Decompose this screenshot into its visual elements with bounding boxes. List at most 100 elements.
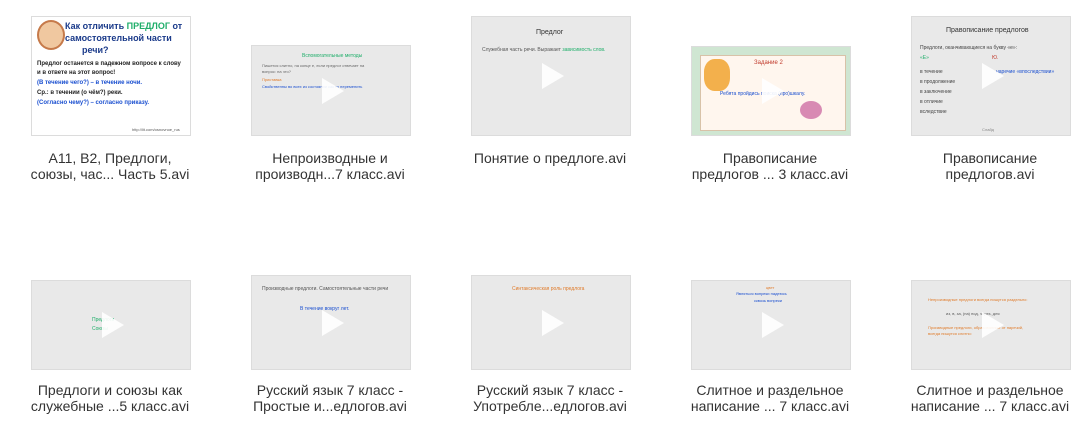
thumb-text: «Е» <box>920 55 929 61</box>
file-tile[interactable]: Вспомогательные методы Пишется слитно, н… <box>230 16 430 186</box>
video-thumbnail[interactable]: Синтаксическая роль предлога <box>471 275 631 370</box>
play-icon <box>542 63 564 89</box>
thumb-title-part: от <box>169 21 183 31</box>
file-tile[interactable]: Задание 2 Ребята пройдись поиска (про)шк… <box>670 16 870 186</box>
file-name[interactable]: Русский язык 7 класс - Употребле...едлог… <box>450 382 650 414</box>
file-tile[interactable]: Правописание предлогов Предлоги, оканчив… <box>890 16 1090 186</box>
thumb-text: в отличие <box>920 99 943 105</box>
thumb-text: Свойственны во всех из состоянии как то … <box>262 84 363 89</box>
play-icon <box>102 312 124 338</box>
file-name-line: Понятие о предлоге.avi <box>473 150 627 166</box>
thumb-text: Служебная часть речи. Выражает <box>482 47 563 53</box>
file-tile[interactable]: Как отличить ПРЕДЛОГ от самостоятельной … <box>10 16 210 186</box>
file-name-line: написание ... 7 класс.avi <box>910 398 1070 414</box>
thumb-text: наречие «впоследствии» <box>996 69 1055 75</box>
thumb-text: цвет <box>766 285 775 290</box>
file-name-line: Русский язык 7 класс - <box>256 382 404 398</box>
thumb-text: в заключение <box>920 89 952 95</box>
thumb-footer: Слайд <box>982 127 995 132</box>
file-name[interactable]: Русский язык 7 класс - Простые и...едлог… <box>230 382 430 414</box>
file-name[interactable]: А11, В2, Предлоги, союзы, час... Часть 5… <box>10 150 210 182</box>
thumb-text: (В течение чего?) – в течение ночи. <box>37 80 143 86</box>
file-tile[interactable]: цвет Являться вопреки надеюсь сквозь воп… <box>670 250 870 420</box>
file-tile[interactable]: Синтаксическая роль предлога Русский язы… <box>450 250 650 420</box>
file-name-line: союзы, час... Часть 5.avi <box>30 166 190 182</box>
thumb-text: Являться вопреки надеюсь <box>736 291 787 296</box>
thumb-text: в течение <box>920 69 943 75</box>
thumb-text: вследствие <box>920 109 947 115</box>
thumb-text: Вспомогательные методы <box>302 53 363 59</box>
flower-icon <box>800 101 822 119</box>
video-thumbnail[interactable]: Вспомогательные методы Пишется слитно, н… <box>251 45 411 136</box>
file-name-line: А11, В2, Предлоги, <box>48 150 172 166</box>
thumb-title: Правописание предлогов <box>946 27 1029 34</box>
thumb-title: Задание 2 <box>754 60 783 66</box>
file-name[interactable]: Слитное и раздельное написание ... 7 кла… <box>890 382 1090 414</box>
play-icon <box>762 312 784 338</box>
file-name-line: Правописание <box>722 150 818 166</box>
thumb-text: Приставка <box>262 77 282 82</box>
video-thumbnail[interactable]: Правописание предлогов Предлоги, оканчив… <box>911 16 1071 136</box>
play-icon <box>982 63 1004 89</box>
file-name[interactable]: Правописание предлогов ... 3 класс.avi <box>670 150 870 182</box>
thumbnail-mascot-icon <box>37 20 65 50</box>
file-name[interactable]: Предлоги и союзы как служебные ...5 клас… <box>10 382 210 414</box>
thumb-text: (Согласно чему?) – согласно приказу. <box>37 100 150 106</box>
file-name-line: Слитное и раздельное <box>696 382 844 398</box>
thumb-text: Пишется слитно, на конце е, если предлог… <box>262 63 365 68</box>
play-icon <box>322 77 344 104</box>
video-thumbnail[interactable]: цвет Являться вопреки надеюсь сквозь воп… <box>691 280 851 370</box>
file-name[interactable]: Правописание предлогов.avi <box>890 150 1090 182</box>
file-name-line: Употребле...едлогов.avi <box>473 398 627 414</box>
video-thumbnail[interactable]: Предлоги Союзы <box>31 280 191 370</box>
video-thumbnail[interactable]: Как отличить ПРЕДЛОГ от самостоятельной … <box>31 16 191 136</box>
thumb-text: и в ответе на этот вопрос! <box>37 70 116 76</box>
file-tile[interactable]: Предлог Служебная часть речи. Выражает з… <box>450 16 650 186</box>
file-name-line: Предлоги и союзы как <box>37 382 183 398</box>
file-name-line: Русский язык 7 класс - <box>476 382 624 398</box>
thumb-title: Производные предлоги. Самостоятельные ча… <box>262 286 389 292</box>
file-name[interactable]: Понятие о предлоге.avi <box>450 150 650 166</box>
thumb-text: всегда пишутся слитно: <box>928 331 972 336</box>
play-icon <box>322 309 344 336</box>
file-name-line: Слитное и раздельное <box>916 382 1064 398</box>
file-name-line: производн...7 класс.avi <box>255 166 405 182</box>
file-name-line: Правописание <box>942 150 1038 166</box>
thumb-text: сквозь вопреки <box>754 298 782 303</box>
thumb-title: Предлог <box>536 29 564 36</box>
play-icon <box>542 309 564 336</box>
file-name-line: написание ... 7 класс.avi <box>690 398 850 414</box>
children-illustration-icon <box>704 59 730 91</box>
video-thumbnail[interactable]: Задание 2 Ребята пройдись поиска (про)шк… <box>691 46 851 136</box>
thumb-text: Производные предлоги, образованные от на… <box>928 325 1024 330</box>
thumb-footer: http://lit.com/osnovnoe_rus <box>132 127 180 132</box>
thumb-highlight: зависимость слов. <box>562 47 606 53</box>
play-icon <box>762 78 784 104</box>
file-tile[interactable]: Производные предлоги. Самостоятельные ча… <box>230 250 430 420</box>
thumb-text: Непроизводные предлоги всегда пишутся ра… <box>928 297 1028 302</box>
thumb-title-line: речи? <box>82 45 109 55</box>
thumb-text: Предлог останется в падежном вопросе к с… <box>37 61 181 67</box>
file-name-line: Простые и...едлогов.avi <box>253 398 407 414</box>
thumb-title: Синтаксическая роль предлога <box>512 286 585 292</box>
play-icon <box>982 312 1004 338</box>
file-name-line: Непроизводные и <box>272 150 388 166</box>
thumb-title-part: Как отличить <box>65 21 127 31</box>
file-name-line: предлогов.avi <box>945 166 1035 182</box>
thumb-text: вопрос: на что? <box>262 69 292 74</box>
video-thumbnail[interactable]: Производные предлоги. Самостоятельные ча… <box>251 275 411 370</box>
thumb-text: Ю. <box>992 55 999 61</box>
file-name[interactable]: Непроизводные и производн...7 класс.avi <box>230 150 430 182</box>
file-tile[interactable]: Непроизводные предлоги всегда пишутся ра… <box>890 250 1090 420</box>
thumb-text: Ср.: в течении (о чём?) реки. <box>37 90 123 96</box>
file-name[interactable]: Слитное и раздельное написание ... 7 кла… <box>670 382 870 414</box>
thumb-text: Предлоги, оканчивающиеся на букву «е»: <box>920 45 1018 51</box>
thumb-title-line: самостоятельной части <box>65 33 172 43</box>
file-tile[interactable]: Предлоги Союзы Предлоги и союзы как служ… <box>10 250 210 420</box>
video-thumbnail[interactable]: Предлог Служебная часть речи. Выражает з… <box>471 16 631 136</box>
file-name-line: служебные ...5 класс.avi <box>30 398 190 414</box>
video-thumbnail[interactable]: Непроизводные предлоги всегда пишутся ра… <box>911 280 1071 370</box>
thumb-text: в продолжение <box>920 79 956 85</box>
thumb-title-highlight: ПРЕДЛОГ <box>126 21 170 31</box>
file-name-line: предлогов ... 3 класс.avi <box>691 166 849 182</box>
